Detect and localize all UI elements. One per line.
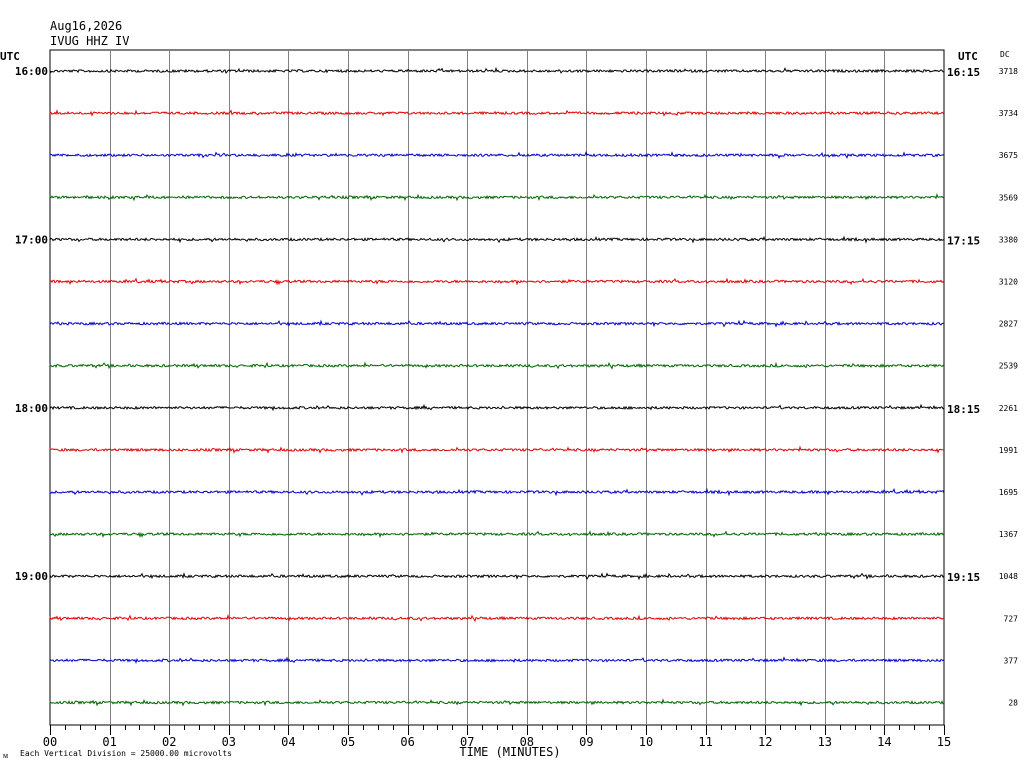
dc-offset-label: 377 (1004, 656, 1019, 665)
plot-frame (49, 49, 945, 726)
helicorder-chart: 00 01 02 03 04 05 06 07 08 09 10 11 12 13 14 15TIME (MI… (15, 49, 1019, 759)
dc-offset-label: 3718 (999, 67, 1018, 76)
footer-mark: ᴍ (3, 751, 9, 760)
hour-label-left: 16:00 (15, 65, 48, 78)
dc-offset-label: 2539 (999, 362, 1018, 371)
seismic-trace (49, 445, 945, 454)
x-tick-label: 09 (579, 735, 593, 749)
footer-scale-note: Each Vertical Division = 25000.00 microv… (20, 749, 232, 758)
seismic-trace (49, 613, 945, 623)
hour-label-left: 17:00 (15, 233, 48, 246)
seismic-trace (49, 192, 945, 202)
x-tick-label: 04 (281, 735, 295, 749)
x-tick-label: 01 (102, 735, 116, 749)
dc-offset-label: 2827 (999, 320, 1018, 329)
x-tick-label: 13 (818, 735, 832, 749)
dc-offset-label: 28 (1008, 699, 1018, 708)
seismic-trace (49, 277, 945, 286)
dc-offset-label: 1695 (999, 488, 1018, 497)
x-tick-label: 06 (400, 735, 414, 749)
seismic-trace (49, 319, 945, 328)
seismic-trace (49, 361, 945, 370)
x-tick-label: 10 (639, 735, 653, 749)
x-axis-title: TIME (MINUTES) (459, 745, 560, 759)
seismic-trace (49, 150, 945, 160)
x-tick-label: 12 (758, 735, 772, 749)
dc-offset-label: 2261 (999, 404, 1018, 413)
dc-offset-label: 1991 (999, 446, 1018, 455)
seismic-trace (49, 530, 945, 539)
x-tick-label: 03 (222, 735, 236, 749)
dc-offset-label: 3569 (999, 193, 1018, 202)
seismic-trace (49, 403, 945, 412)
seismic-trace (49, 66, 945, 74)
x-tick-label: 00 (43, 735, 57, 749)
dc-offset-label: 1367 (999, 530, 1018, 539)
dc-offset-label: 3120 (999, 278, 1018, 287)
hour-label-left: 19:00 (15, 570, 48, 583)
seismic-trace (49, 487, 945, 497)
x-tick-label: 05 (341, 735, 355, 749)
dc-offset-label: 3380 (999, 235, 1018, 244)
seismic-trace (49, 698, 945, 707)
dc-offset-label: 1048 (999, 572, 1018, 581)
x-tick-label: 15 (937, 735, 951, 749)
hour-label-right: 18:15 (947, 403, 980, 416)
dc-offset-label: 3675 (999, 151, 1018, 160)
hour-label-left: 18:00 (15, 402, 48, 415)
dc-offset-label: 727 (1004, 614, 1019, 623)
hour-label-right: 17:15 (947, 234, 980, 247)
x-tick-label: 02 (162, 735, 176, 749)
seismic-trace (49, 109, 945, 117)
hour-label-right: 16:15 (947, 66, 980, 79)
seismic-trace (49, 235, 945, 244)
dc-offset-label: 3734 (999, 109, 1018, 118)
hour-label-right: 19:15 (947, 571, 980, 584)
x-tick-label: 14 (877, 735, 891, 749)
seismic-trace (49, 571, 945, 581)
seismic-trace (49, 656, 945, 665)
x-tick-label: 11 (698, 735, 712, 749)
